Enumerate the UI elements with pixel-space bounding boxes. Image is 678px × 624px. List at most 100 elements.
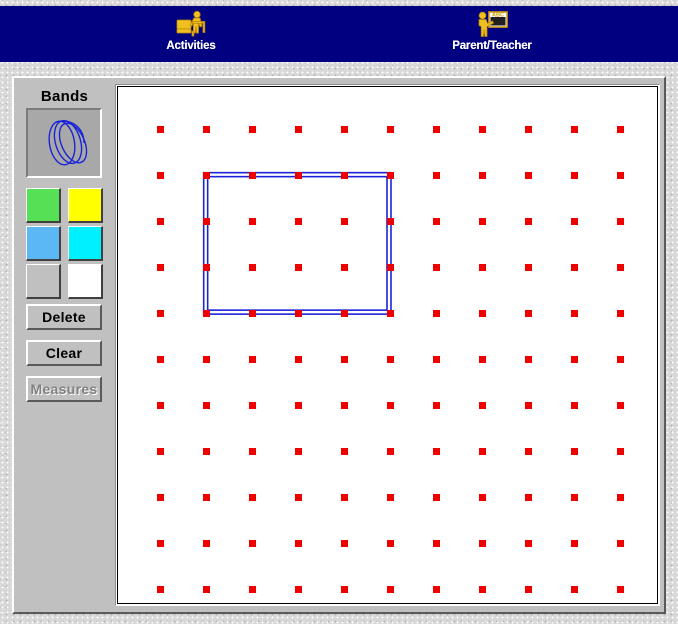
geoboard-peg[interactable] [433, 172, 440, 179]
geoboard-peg[interactable] [617, 126, 624, 133]
geoboard-peg[interactable] [571, 172, 578, 179]
geoboard-peg[interactable] [433, 310, 440, 317]
geoboard-peg[interactable] [479, 448, 486, 455]
geoboard-peg[interactable] [341, 126, 348, 133]
geoboard-peg[interactable] [525, 586, 532, 593]
color-swatch-yellow[interactable] [68, 188, 103, 223]
geoboard-peg[interactable] [295, 356, 302, 363]
geoboard-peg[interactable] [249, 126, 256, 133]
geoboard-peg[interactable] [203, 586, 210, 593]
geoboard-peg[interactable] [157, 264, 164, 271]
geoboard-peg[interactable] [571, 310, 578, 317]
geoboard-peg[interactable] [479, 540, 486, 547]
geoboard-peg[interactable] [387, 126, 394, 133]
geoboard-peg[interactable] [571, 402, 578, 409]
geoboard-peg[interactable] [157, 540, 164, 547]
geoboard-peg[interactable] [571, 218, 578, 225]
geoboard-peg[interactable] [479, 172, 486, 179]
geoboard-peg[interactable] [295, 494, 302, 501]
geoboard-peg[interactable] [571, 356, 578, 363]
geoboard-peg[interactable] [387, 586, 394, 593]
geoboard-peg[interactable] [203, 494, 210, 501]
geoboard-peg[interactable] [341, 310, 348, 317]
geoboard-peg[interactable] [341, 172, 348, 179]
geoboard-peg[interactable] [295, 540, 302, 547]
geoboard-peg[interactable] [341, 218, 348, 225]
geoboard-peg[interactable] [525, 172, 532, 179]
geoboard-peg[interactable] [525, 402, 532, 409]
geoboard-peg[interactable] [295, 172, 302, 179]
geoboard-peg[interactable] [433, 356, 440, 363]
color-swatch-green[interactable] [26, 188, 61, 223]
geoboard-peg[interactable] [479, 310, 486, 317]
geoboard-peg[interactable] [249, 540, 256, 547]
geoboard-peg[interactable] [387, 448, 394, 455]
geoboard-peg[interactable] [203, 172, 210, 179]
geoboard-peg[interactable] [157, 218, 164, 225]
geoboard-peg[interactable] [617, 540, 624, 547]
geoboard-peg[interactable] [479, 586, 486, 593]
color-swatch-cyan[interactable] [68, 226, 103, 261]
geoboard-peg[interactable] [157, 448, 164, 455]
clear-button[interactable]: Clear [26, 340, 102, 366]
geoboard-peg[interactable] [341, 540, 348, 547]
geoboard-peg[interactable] [617, 586, 624, 593]
geoboard-peg[interactable] [525, 540, 532, 547]
geoboard-peg[interactable] [295, 264, 302, 271]
geoboard-peg[interactable] [525, 494, 532, 501]
geoboard-peg[interactable] [157, 402, 164, 409]
geoboard-peg[interactable] [571, 494, 578, 501]
geoboard-peg[interactable] [433, 494, 440, 501]
geoboard-peg[interactable] [433, 586, 440, 593]
geoboard-peg[interactable] [479, 126, 486, 133]
geoboard-peg[interactable] [617, 310, 624, 317]
geoboard-peg[interactable] [203, 540, 210, 547]
geoboard-peg[interactable] [617, 264, 624, 271]
geoboard-peg[interactable] [249, 402, 256, 409]
geoboard-peg[interactable] [387, 540, 394, 547]
geoboard-peg[interactable] [341, 448, 348, 455]
geoboard-peg[interactable] [341, 402, 348, 409]
geoboard-peg[interactable] [341, 264, 348, 271]
geoboard-peg[interactable] [249, 356, 256, 363]
geoboard-peg[interactable] [157, 356, 164, 363]
geoboard-peg[interactable] [525, 356, 532, 363]
geoboard-peg[interactable] [203, 402, 210, 409]
geoboard-peg[interactable] [387, 402, 394, 409]
geoboard-peg[interactable] [203, 310, 210, 317]
geoboard-peg[interactable] [249, 218, 256, 225]
geoboard-peg[interactable] [479, 402, 486, 409]
geoboard-peg[interactable] [479, 264, 486, 271]
geoboard-peg[interactable] [571, 264, 578, 271]
rubber-band-tool-button[interactable] [26, 108, 102, 178]
geoboard-peg[interactable] [479, 356, 486, 363]
geoboard-peg[interactable] [525, 448, 532, 455]
nav-item-parent-teacher[interactable]: ABC Parent/Teacher [437, 6, 547, 62]
geoboard-peg[interactable] [295, 586, 302, 593]
geoboard-peg[interactable] [617, 494, 624, 501]
geoboard-peg[interactable] [249, 586, 256, 593]
geoboard-peg[interactable] [571, 126, 578, 133]
geoboard-peg[interactable] [249, 264, 256, 271]
geoboard-peg[interactable] [479, 218, 486, 225]
geoboard-peg[interactable] [387, 218, 394, 225]
geoboard-peg[interactable] [617, 172, 624, 179]
geoboard-peg[interactable] [249, 448, 256, 455]
geoboard-peg[interactable] [203, 264, 210, 271]
geoboard-peg[interactable] [433, 126, 440, 133]
geoboard-peg[interactable] [295, 402, 302, 409]
geoboard-peg[interactable] [387, 494, 394, 501]
nav-item-activities[interactable]: Activities [146, 6, 236, 62]
geoboard-peg[interactable] [617, 448, 624, 455]
geoboard-peg[interactable] [571, 540, 578, 547]
geoboard-peg[interactable] [157, 172, 164, 179]
geoboard-peg[interactable] [341, 494, 348, 501]
geoboard-peg[interactable] [433, 448, 440, 455]
geoboard-peg[interactable] [295, 448, 302, 455]
geoboard-peg[interactable] [157, 494, 164, 501]
geoboard-peg[interactable] [295, 126, 302, 133]
geoboard-peg[interactable] [433, 540, 440, 547]
geoboard-peg[interactable] [203, 218, 210, 225]
geoboard-peg[interactable] [203, 448, 210, 455]
geoboard-peg[interactable] [617, 218, 624, 225]
